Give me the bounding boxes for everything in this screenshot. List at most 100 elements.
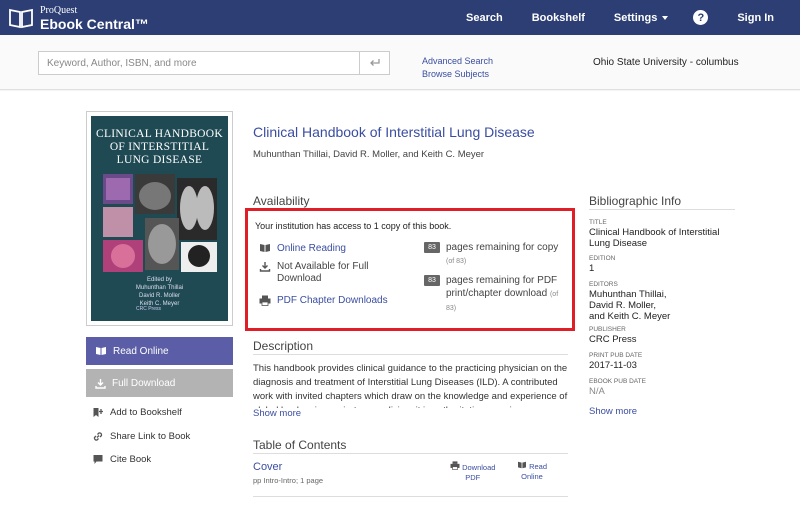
nav-sign-in[interactable]: Sign In xyxy=(737,12,774,24)
copy-remaining-text: pages remaining for copy xyxy=(446,242,559,253)
nav-settings-label: Settings xyxy=(613,11,658,24)
biblio-show-more[interactable]: Show more xyxy=(589,406,637,417)
chevron-down-icon xyxy=(662,15,669,20)
availability-panel: Your institution has access to 1 copy of… xyxy=(245,208,575,331)
pdf-of-total-a: (of xyxy=(549,291,559,298)
search-input[interactable] xyxy=(39,52,359,74)
download-icon xyxy=(95,378,106,389)
toc-download-pdf-button[interactable]: Download PDF xyxy=(450,461,495,483)
pdf-count-badge: 83 xyxy=(424,275,440,286)
link-icon xyxy=(93,432,103,441)
pdf-remaining-text-2: print/chapter download xyxy=(446,288,548,299)
bookmark-plus-icon xyxy=(93,408,103,417)
not-available-line-2: Download xyxy=(277,273,322,284)
pdf-of-total-b: 83) xyxy=(446,305,457,312)
nav-bookshelf[interactable]: Bookshelf xyxy=(532,12,585,24)
search-submit-button[interactable] xyxy=(359,52,389,74)
browse-subjects-link[interactable]: Browse Subjects xyxy=(422,68,493,81)
toc-download-label-1: Download xyxy=(462,463,496,472)
biblio-print-pub-value: 2017-11-03 xyxy=(589,360,637,371)
search-box xyxy=(38,51,390,75)
add-to-bookshelf-link[interactable]: Add to Bookshelf xyxy=(92,407,182,418)
divider xyxy=(253,354,568,355)
help-icon[interactable]: ? xyxy=(693,10,709,25)
availability-intro: Your institution has access to 1 copy of… xyxy=(255,221,452,231)
pdf-chapter-downloads-link[interactable]: PDF Chapter Downloads xyxy=(258,295,388,306)
copy-count-badge: 83 xyxy=(424,242,440,253)
biblio-title-label: TITLE xyxy=(589,219,607,226)
read-online-button[interactable]: Read Online xyxy=(86,337,233,365)
nav-menu: Search Bookshelf Settings ? Sign In xyxy=(466,0,774,35)
biblio-edition-value: 1 xyxy=(589,263,595,274)
book-title[interactable]: Clinical Handbook of Interstitial Lung D… xyxy=(253,124,535,140)
toc-download-label-2: PDF xyxy=(465,473,481,482)
read-online-label: Read Online xyxy=(113,345,169,357)
biblio-editors-value: Muhunthan Thillai, David R. Moller, and … xyxy=(589,289,671,322)
not-available-line-1: Not Available for Full xyxy=(277,261,369,272)
pdf-chapter-downloads-label: PDF Chapter Downloads xyxy=(277,295,388,306)
description-text: This handbook provides clinical guidance… xyxy=(253,363,568,408)
biblio-print-pub-label: PRINT PUB DATE xyxy=(589,352,643,359)
quote-icon xyxy=(93,455,103,464)
biblio-publisher-label: PUBLISHER xyxy=(589,326,626,333)
cover-authors: Edited by Muhunthan Thillai David R. Mol… xyxy=(135,277,184,307)
add-to-bookshelf-label: Add to Bookshelf xyxy=(110,407,182,418)
book-cover[interactable]: CLINICAL HANDBOOK OF INTERSTITIAL LUNG D… xyxy=(86,111,233,326)
copy-pages-remaining: 83 pages remaining for copy (of 83) xyxy=(424,241,558,268)
cite-book-label: Cite Book xyxy=(110,454,152,465)
nav-search[interactable]: Search xyxy=(466,12,503,24)
toc-cover-link[interactable]: Cover xyxy=(253,461,282,473)
full-download-button[interactable]: Full Download xyxy=(86,369,233,397)
open-book-icon xyxy=(518,461,526,469)
biblio-ebook-pub-value: N/A xyxy=(589,386,605,397)
open-book-icon xyxy=(260,244,270,252)
toc-read-online-button[interactable]: Read Online xyxy=(517,461,547,482)
advanced-search-link[interactable]: Advanced Search xyxy=(422,55,493,68)
biblio-ebook-pub-label: EBOOK PUB DATE xyxy=(589,378,646,385)
pdf-remaining-text-1: pages remaining for PDF xyxy=(446,275,558,286)
pdf-pages-remaining: 83 pages remaining for PDF print/chapter… xyxy=(424,274,558,315)
biblio-publisher-value: CRC Press xyxy=(589,334,637,345)
online-reading-link[interactable]: Online Reading xyxy=(258,243,346,254)
description-show-more[interactable]: Show more xyxy=(253,408,301,419)
toc-cover-pages: pp Intro-Intro; 1 page xyxy=(253,476,324,485)
institution-name: Ohio State University - columbus xyxy=(593,57,739,68)
cite-book-button[interactable]: Cite Book xyxy=(92,454,151,465)
brand-main: Ebook Central™ xyxy=(40,15,149,32)
divider xyxy=(253,496,568,497)
nav-settings[interactable]: Settings xyxy=(613,11,669,24)
full-download-status: Not Available for Full Download xyxy=(258,261,369,285)
cover-image-collage xyxy=(103,174,217,272)
return-arrow-icon xyxy=(369,59,380,66)
book-authors: Muhunthan Thillai, David R. Moller, and … xyxy=(253,149,485,160)
brand-sub: ProQuest xyxy=(40,4,78,16)
availability-heading: Availability xyxy=(253,194,310,208)
online-reading-label: Online Reading xyxy=(277,243,346,254)
search-bar: Advanced Search Browse Subjects Ohio Sta… xyxy=(0,35,800,90)
share-link-button[interactable]: Share Link to Book xyxy=(92,431,190,442)
brand-logo[interactable]: ProQuest Ebook Central™ xyxy=(8,3,149,33)
download-icon xyxy=(259,262,271,272)
toc-read-label-1: Read xyxy=(529,462,548,471)
search-links: Advanced Search Browse Subjects xyxy=(422,55,493,81)
printer-icon xyxy=(450,461,460,470)
divider xyxy=(589,209,735,210)
cover-publisher: CRC Press xyxy=(136,306,162,312)
copy-of-total: (of 83) xyxy=(446,258,467,265)
book-logo-icon xyxy=(9,8,33,29)
divider xyxy=(253,453,568,454)
biblio-heading: Bibliographic Info xyxy=(589,194,682,208)
book-detail-page: CLINICAL HANDBOOK OF INTERSTITIAL LUNG D… xyxy=(0,91,800,506)
toc-heading: Table of Contents xyxy=(253,438,347,452)
open-book-icon xyxy=(96,347,106,355)
cover-title: CLINICAL HANDBOOK OF INTERSTITIAL LUNG D… xyxy=(95,128,223,166)
share-link-label: Share Link to Book xyxy=(110,431,191,442)
biblio-edition-label: EDITION xyxy=(589,255,616,262)
toc-read-label-2: Online xyxy=(521,472,543,481)
top-navigation: ProQuest Ebook Central™ Search Bookshelf… xyxy=(0,0,800,35)
description-heading: Description xyxy=(253,339,314,353)
full-download-label: Full Download xyxy=(112,377,176,389)
biblio-title-value: Clinical Handbook of Interstitial Lung D… xyxy=(589,227,720,249)
printer-icon xyxy=(259,295,271,306)
biblio-editors-label: EDITORS xyxy=(589,281,618,288)
